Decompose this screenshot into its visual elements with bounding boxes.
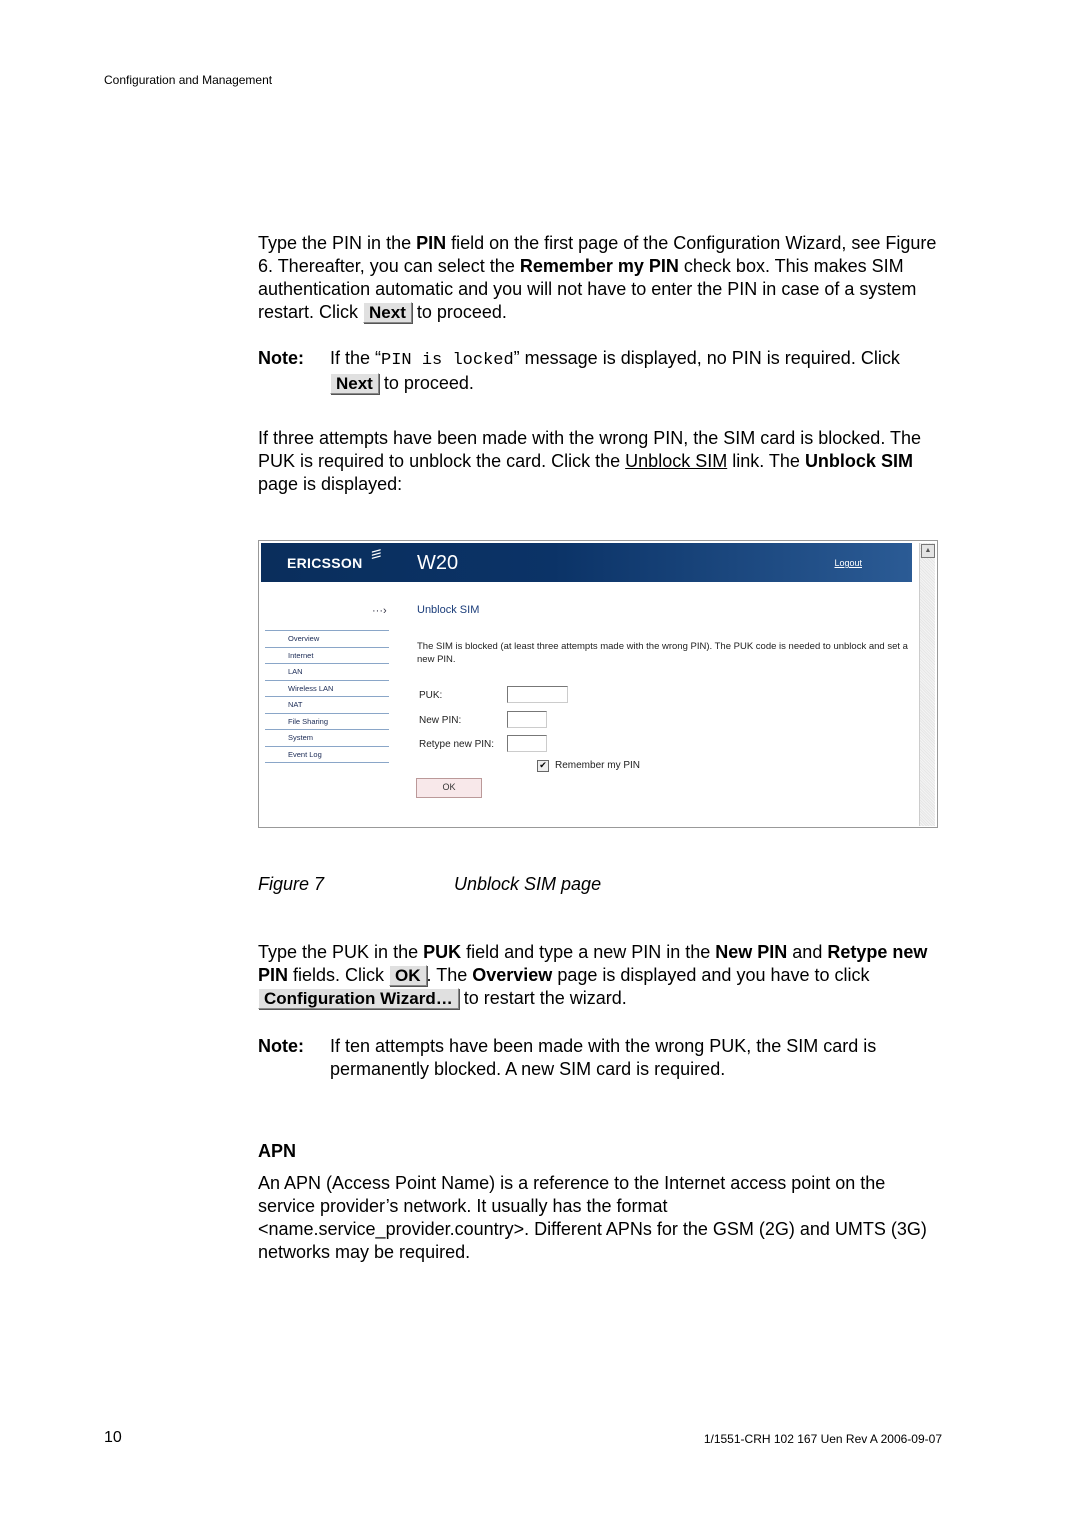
paragraph-enter-puk: Type the PUK in the PUK field and type a… [258, 941, 938, 1010]
text: to proceed. [411, 302, 507, 322]
text: to proceed. [378, 373, 474, 393]
new-pin-label: New PIN: [419, 715, 462, 726]
remember-pin-label: Remember my PIN [555, 760, 641, 771]
ericsson-logo-icon: ≡ [371, 542, 382, 566]
scroll-up-icon[interactable]: ▲ [921, 544, 935, 558]
code-text: PIN is locked [381, 351, 514, 370]
note-text: If the “PIN is locked” message is displa… [330, 347, 938, 395]
running-header: Configuration and Management [104, 73, 273, 87]
text: page is displayed and you have to click [552, 965, 870, 985]
nav-item-wireless-lan[interactable]: Wireless LAN [265, 681, 389, 697]
text: Type the PUK in the [258, 942, 424, 962]
nav-item-nat[interactable]: NAT [265, 697, 389, 714]
puk-input[interactable] [507, 686, 568, 703]
nav-item-overview[interactable]: Overview [265, 630, 389, 648]
text: to restart the wizard. [458, 988, 627, 1008]
text: link. The [727, 451, 805, 471]
logout-link[interactable]: Logout [834, 558, 862, 568]
bold-term: Overview [472, 965, 553, 985]
scrollbar[interactable]: ▲ [919, 543, 935, 826]
arrow-icon: ···› [372, 605, 387, 617]
nav-item-event-log[interactable]: Event Log [265, 747, 389, 763]
bold-term: PIN [416, 233, 447, 253]
text: Type the PIN in the [258, 233, 417, 253]
nav-item-system[interactable]: System [265, 730, 389, 747]
ericsson-logo: ERICSSON [287, 555, 363, 571]
page-number: 10 [104, 1429, 122, 1446]
nav-item-file-sharing[interactable]: File Sharing [265, 714, 389, 730]
text: ” message is displayed, no PIN is requir… [513, 348, 900, 368]
bold-term: Remember my PIN [519, 256, 679, 276]
nav-item-internet[interactable]: Internet [265, 648, 389, 664]
configuration-wizard-button-image: Configuration Wizard… [258, 988, 459, 1009]
puk-label: PUK: [419, 690, 443, 701]
note-puk-attempts: Note: If ten attempts have been made wit… [258, 1035, 938, 1081]
document-id: 1/1551-CRH 102 167 Uen Rev A 2006-09-07 [703, 1432, 942, 1446]
remember-pin-checkbox[interactable]: ✔ [537, 760, 549, 772]
paragraph-enter-pin: Type the PIN in the PIN field on the fir… [258, 232, 938, 324]
retype-pin-label: Retype new PIN: [419, 739, 495, 750]
unblock-sim-screenshot: ERICSSON ≡ W20 Logout ▲ ···› Overview In… [258, 540, 938, 828]
paragraph-blocked: If three attempts have been made with th… [258, 427, 938, 496]
panel-description: The SIM is blocked (at least three attem… [417, 641, 908, 665]
text: If the “ [330, 348, 382, 368]
note-label: Note: [258, 1036, 304, 1056]
new-pin-input[interactable] [507, 711, 547, 728]
sidebar-nav: Overview Internet LAN Wireless LAN NAT F… [265, 630, 389, 763]
next-button-image: Next [363, 302, 412, 323]
figure-number: Figure 7 [258, 874, 325, 894]
ok-button-image: OK [389, 965, 427, 986]
product-name: W20 [417, 552, 459, 574]
bold-term: Unblock SIM [804, 451, 913, 471]
text: . The [426, 965, 473, 985]
note-text: If ten attempts have been made with the … [330, 1036, 877, 1079]
nav-item-lan[interactable]: LAN [265, 664, 389, 681]
unblock-sim-link[interactable]: Unblock SIM [625, 451, 727, 471]
text: and [787, 942, 828, 962]
next-button-image: Next [330, 373, 379, 394]
ok-button[interactable]: OK [416, 778, 482, 798]
paragraph-apn: An APN (Access Point Name) is a referenc… [258, 1173, 927, 1262]
note-label: Note: [258, 348, 304, 368]
retype-pin-input[interactable] [507, 735, 547, 752]
section-heading-apn: APN [258, 1141, 297, 1161]
text: field and type a new PIN in the [461, 942, 716, 962]
note-pin-locked: Note: If the “PIN is locked” message is … [258, 347, 938, 395]
bold-term: New PIN [715, 942, 788, 962]
text: fields. Click [288, 965, 390, 985]
banner: ERICSSON ≡ W20 Logout [261, 543, 912, 582]
text: page is displayed: [258, 474, 403, 494]
panel-title: Unblock SIM [417, 604, 480, 616]
bold-term: PUK [423, 942, 462, 962]
figure-title: Unblock SIM page [454, 874, 602, 894]
